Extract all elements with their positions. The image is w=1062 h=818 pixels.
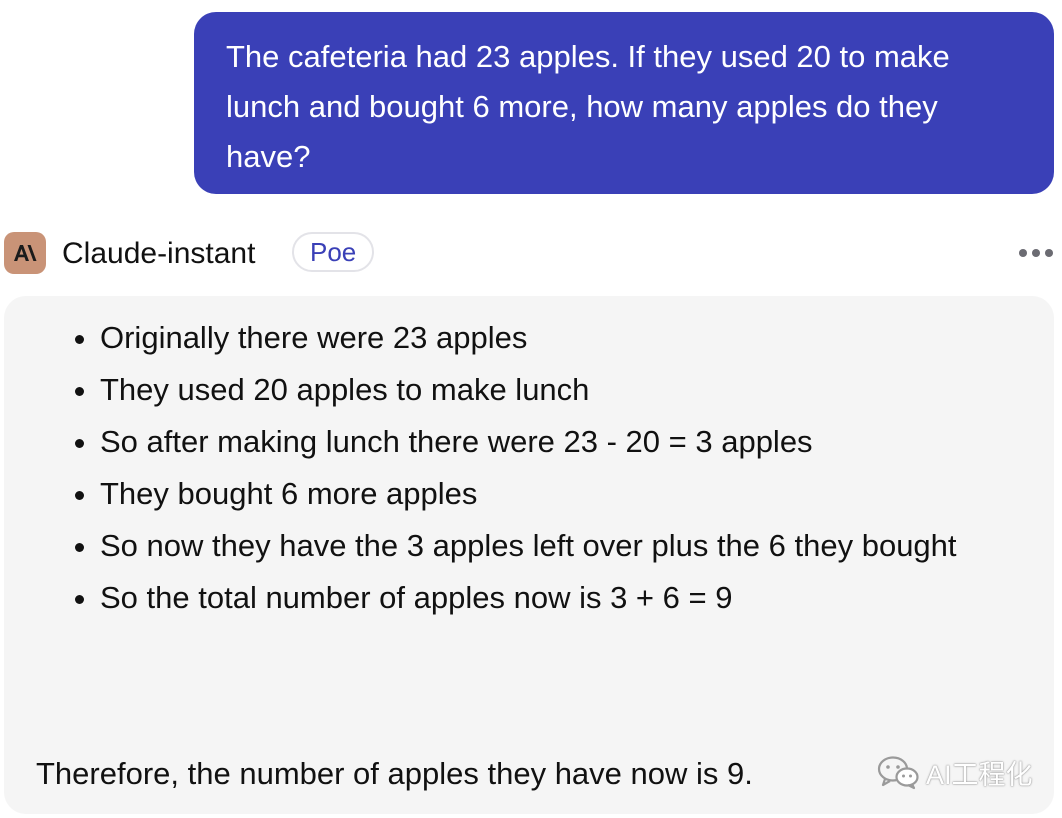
bot-avatar[interactable] [4, 232, 46, 274]
answer-conclusion: Therefore, the number of apples they hav… [36, 756, 753, 791]
wechat-icon [877, 756, 919, 790]
more-options-button[interactable] [1014, 237, 1058, 269]
answer-list: Originally there were 23 apples They use… [68, 312, 1040, 624]
bot-platform-badge[interactable]: Poe [292, 232, 375, 272]
list-item: So after making lunch there were 23 - 20… [100, 416, 1040, 468]
bot-name[interactable]: Claude-instant [62, 233, 255, 275]
bot-header: Claude-instant Poe [4, 229, 1058, 279]
more-horizontal-icon-dot [1032, 249, 1040, 257]
list-item: So the total number of apples now is 3 +… [100, 572, 1040, 624]
anthropic-logo-icon [14, 245, 37, 261]
chat-page: The cafeteria had 23 apples. If they use… [0, 0, 1062, 818]
watermark: AI工程化 [876, 748, 1033, 796]
list-item: So now they have the 3 apples left over … [100, 520, 1040, 572]
user-message-text: The cafeteria had 23 apples. If they use… [226, 39, 950, 174]
list-item: They used 20 apples to make lunch [100, 364, 1040, 416]
more-horizontal-icon-dot [1045, 249, 1053, 257]
user-message-bubble: The cafeteria had 23 apples. If they use… [194, 12, 1054, 194]
bot-message-bubble: Originally there were 23 apples They use… [4, 296, 1054, 814]
more-horizontal-icon [1019, 249, 1027, 257]
list-item: They bought 6 more apples [100, 468, 1040, 520]
list-item: Originally there were 23 apples [100, 312, 1040, 364]
watermark-text: AI工程化 [926, 759, 1033, 790]
